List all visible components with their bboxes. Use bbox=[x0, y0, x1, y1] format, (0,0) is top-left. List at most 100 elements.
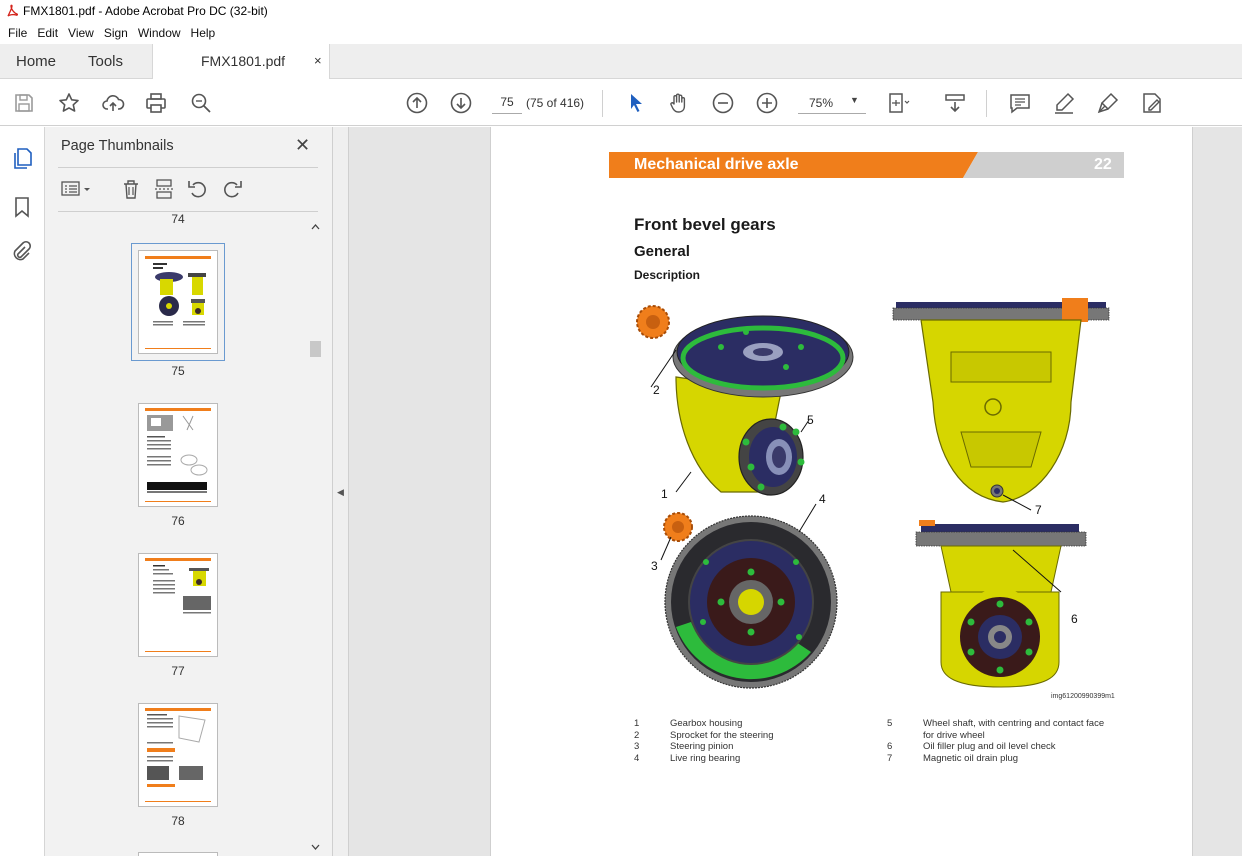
next-page-icon[interactable] bbox=[449, 91, 473, 115]
page-thumbnails-panel: Page Thumbnails ✕ 74 75 76 77 78 bbox=[45, 127, 333, 856]
menu-view[interactable]: View bbox=[63, 26, 99, 40]
thumbnail-page-78[interactable] bbox=[138, 703, 218, 807]
tab-document[interactable]: FMX1801.pdf × bbox=[152, 44, 330, 79]
thumbnail-label: 75 bbox=[171, 364, 185, 378]
panel-divider bbox=[58, 167, 318, 168]
thumbnail-page-76[interactable] bbox=[138, 403, 218, 507]
legend-number: 7 bbox=[887, 753, 893, 764]
toolbar-divider bbox=[602, 90, 603, 117]
star-bookmark-icon[interactable] bbox=[57, 91, 81, 115]
tab-close-button[interactable]: × bbox=[314, 53, 322, 68]
thumbnail-label: 77 bbox=[171, 664, 185, 678]
bookmark-icon[interactable] bbox=[10, 195, 34, 219]
thumbnail-label: 76 bbox=[171, 514, 185, 528]
insert-page-icon[interactable] bbox=[153, 178, 175, 200]
thumbnail-label: 78 bbox=[171, 814, 185, 828]
legend-text: Magnetic oil drain plug bbox=[923, 753, 1019, 764]
legend-number: 6 bbox=[887, 741, 893, 752]
panel-title: Page Thumbnails bbox=[61, 138, 174, 154]
callout-6: 6 bbox=[1071, 612, 1078, 626]
rotate-left-icon[interactable] bbox=[187, 178, 209, 200]
zoom-select[interactable]: 75% ▼ bbox=[798, 91, 866, 114]
fit-page-icon[interactable] bbox=[886, 91, 910, 115]
window-title: FMX1801.pdf - Adobe Acrobat Pro DC (32-b… bbox=[23, 4, 268, 18]
menu-file[interactable]: File bbox=[3, 26, 32, 40]
acrobat-logo-icon bbox=[7, 4, 18, 17]
thumbnail-page-75[interactable] bbox=[131, 243, 225, 361]
zoom-search-icon[interactable] bbox=[189, 91, 213, 115]
callout-5: 5 bbox=[807, 413, 814, 427]
menu-help[interactable]: Help bbox=[186, 26, 221, 40]
legend-text: Live ring bearing bbox=[670, 753, 741, 764]
previous-page-icon[interactable] bbox=[405, 91, 429, 115]
legend-text: Wheel shaft, with centring and contact f… bbox=[923, 718, 1105, 729]
tab-bar: Home Tools FMX1801.pdf × bbox=[0, 44, 1242, 79]
select-cursor-icon[interactable] bbox=[624, 91, 648, 115]
section-label: Description bbox=[634, 268, 701, 282]
pdf-page: Mechanical drive axle 22 Front bevel gea… bbox=[490, 127, 1193, 856]
banner-number: 22 bbox=[1094, 156, 1112, 173]
callout-7: 7 bbox=[1035, 503, 1042, 517]
page-count-label: (75 of 416) bbox=[526, 96, 585, 110]
tab-home[interactable]: Home bbox=[16, 44, 56, 79]
legend-text: Gearbox housing bbox=[670, 718, 743, 729]
print-icon[interactable] bbox=[144, 91, 168, 115]
callout-1: 1 bbox=[661, 487, 668, 501]
page-number-input[interactable] bbox=[492, 91, 522, 114]
page-subheading: General bbox=[634, 243, 690, 260]
panel-close-button[interactable]: ✕ bbox=[295, 135, 310, 156]
page-thumbnails-icon[interactable] bbox=[10, 147, 34, 171]
hand-tool-icon[interactable] bbox=[667, 91, 691, 115]
banner-title: Mechanical drive axle bbox=[634, 156, 799, 173]
zoom-value: 75% bbox=[809, 96, 834, 110]
document-view: Mechanical drive axle 22 Front bevel gea… bbox=[349, 127, 1242, 856]
image-reference-code: img61200990399m1 bbox=[1051, 693, 1115, 700]
comment-icon[interactable] bbox=[1008, 91, 1032, 115]
highlight-pen-icon[interactable] bbox=[1052, 91, 1076, 115]
callout-2: 2 bbox=[653, 383, 660, 397]
gearbox-side-view bbox=[915, 520, 1087, 688]
page-heading: Front bevel gears bbox=[634, 215, 776, 234]
menu-edit[interactable]: Edit bbox=[32, 26, 63, 40]
rotate-right-icon[interactable] bbox=[221, 178, 243, 200]
zoom-out-icon[interactable] bbox=[711, 91, 735, 115]
thumbnail-list: 74 75 76 77 78 bbox=[45, 212, 307, 856]
draw-pen-icon[interactable] bbox=[1096, 91, 1120, 115]
tab-document-label: FMX1801.pdf bbox=[201, 53, 286, 69]
collapse-arrow-icon: ◀ bbox=[337, 487, 344, 497]
title-bar: FMX1801.pdf - Adobe Acrobat Pro DC (32-b… bbox=[0, 0, 1242, 22]
gearbox-isometric-view bbox=[636, 305, 854, 496]
gearbox-front-view bbox=[892, 298, 1110, 511]
fill-sign-icon[interactable] bbox=[1140, 91, 1164, 115]
gearbox-bottom-view bbox=[660, 503, 838, 689]
chevron-down-icon: ▼ bbox=[850, 95, 859, 105]
toolbar bbox=[0, 79, 1242, 126]
scroll-mode-icon[interactable] bbox=[943, 91, 967, 115]
callout-3: 3 bbox=[651, 559, 658, 573]
thumbnail-page-77[interactable] bbox=[138, 553, 218, 657]
thumbnail-label: 74 bbox=[171, 212, 185, 226]
attachment-paperclip-icon[interactable] bbox=[10, 240, 34, 264]
panel-collapse-handle[interactable]: ◀ bbox=[333, 127, 349, 856]
tab-tools[interactable]: Tools bbox=[88, 44, 123, 79]
thumbnail-page-79[interactable] bbox=[138, 852, 218, 856]
upload-cloud-icon[interactable] bbox=[101, 91, 125, 115]
menu-window[interactable]: Window bbox=[133, 26, 186, 40]
legend-number: 5 bbox=[887, 718, 893, 729]
legend-text: Oil filler plug and oil level check bbox=[923, 741, 1056, 752]
legend-text: Steering pinion bbox=[670, 741, 734, 752]
gearbox-illustration bbox=[636, 298, 1110, 689]
section-banner: Mechanical drive axle 22 bbox=[609, 152, 1124, 178]
delete-trash-icon[interactable] bbox=[120, 178, 142, 200]
toolbar-divider bbox=[986, 90, 987, 117]
save-icon[interactable] bbox=[12, 91, 36, 115]
legend-number: 3 bbox=[634, 741, 640, 752]
thumbnail-scrollbar[interactable] bbox=[308, 220, 323, 856]
thumbnail-options-icon[interactable] bbox=[60, 178, 94, 200]
left-icon-rail bbox=[0, 127, 45, 856]
zoom-in-icon[interactable] bbox=[755, 91, 779, 115]
legend-number: 4 bbox=[634, 753, 640, 764]
menu-bar: File Edit View Sign Window Help bbox=[0, 22, 1242, 44]
callout-4: 4 bbox=[819, 492, 826, 506]
menu-sign[interactable]: Sign bbox=[99, 26, 133, 40]
